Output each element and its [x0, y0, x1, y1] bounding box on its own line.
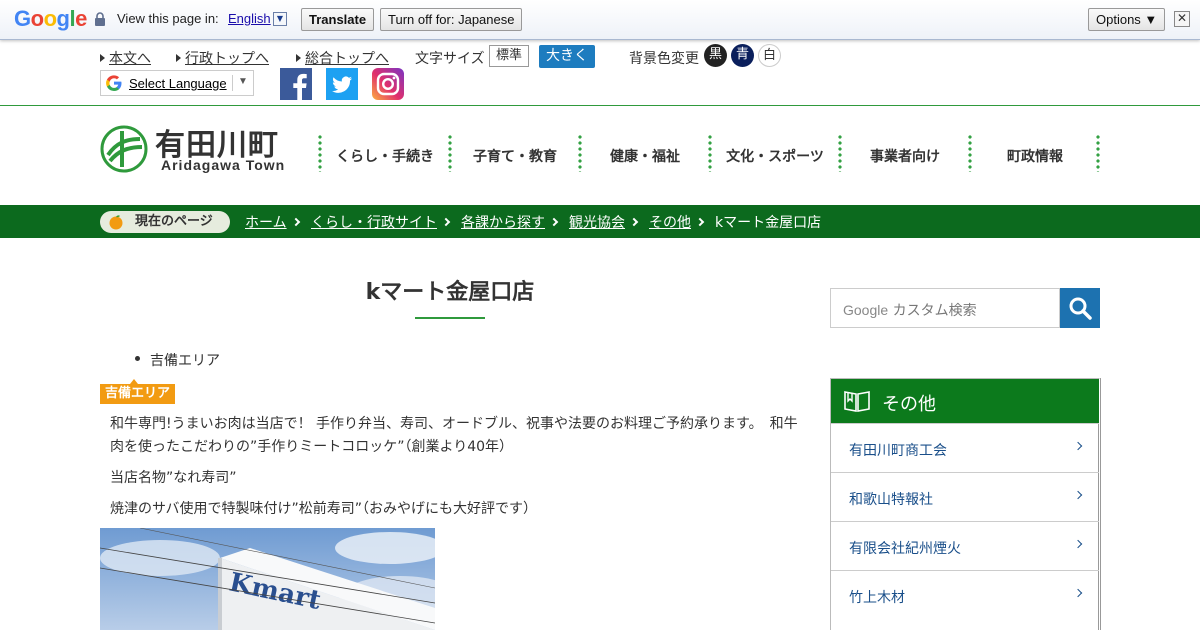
nav-item-government[interactable]: 町政情報 — [972, 146, 1098, 166]
language-select[interactable]: Select Language ▼ — [100, 70, 254, 96]
current-page-label: 現在のページ — [135, 214, 213, 229]
breadcrumb-current: kマート金屋口店 — [715, 215, 822, 231]
turn-off-button[interactable]: Turn off for: Japanese — [380, 8, 523, 31]
translate-button[interactable]: Translate — [301, 8, 375, 31]
general-top-link[interactable]: 総合トップへ — [296, 48, 389, 68]
nav-item-childcare[interactable]: 子育て・教育 — [452, 146, 578, 166]
close-icon[interactable]: ✕ — [1174, 11, 1190, 27]
side-link-item[interactable]: 竹上木材 — [831, 570, 1099, 619]
twitter-icon[interactable] — [326, 68, 358, 100]
search-brand: Google — [843, 302, 889, 318]
bg-black-button[interactable]: 黒 — [704, 44, 727, 67]
store-photo: Kmart — [100, 528, 435, 630]
font-size-label: 文字サイズ — [415, 51, 485, 67]
chevron-down-icon[interactable]: ▼ — [273, 12, 287, 26]
select-separator — [232, 75, 233, 91]
bg-white-button[interactable]: 白 — [758, 44, 781, 67]
side-panel-header: その他 — [831, 379, 1099, 423]
lock-icon — [95, 12, 105, 26]
search-icon — [1069, 297, 1092, 320]
chevron-right-icon — [629, 217, 639, 227]
header-divider — [0, 105, 1200, 106]
breadcrumb: 現在のページ ホーム くらし・行政サイト 各課から探す 観光協会 その他 kマー… — [0, 205, 1200, 238]
search-button[interactable] — [1060, 288, 1100, 328]
side-panel-title: その他 — [882, 394, 936, 415]
nav-item-living[interactable]: くらし・手続き — [322, 146, 448, 166]
site-name-en[interactable]: Aridagawa Town — [161, 157, 285, 173]
title-underline — [415, 317, 485, 319]
area-tag: 吉備エリア — [100, 379, 176, 404]
side-link-item[interactable]: 有田川町商工会 — [831, 423, 1099, 472]
chevron-right-icon — [1073, 588, 1083, 598]
admin-top-link[interactable]: 行政トップへ — [176, 48, 269, 68]
side-link-label: 有田川町商工会 — [849, 443, 947, 459]
chevron-right-icon — [441, 217, 451, 227]
search-input[interactable]: Google カスタム検索 — [830, 288, 1060, 328]
area-list-item: 吉備エリア — [150, 353, 220, 369]
book-icon — [844, 391, 870, 412]
chevron-right-icon — [695, 217, 705, 227]
skip-to-content-link[interactable]: 本文へ — [100, 48, 151, 68]
chevron-right-icon — [1073, 539, 1083, 549]
page-title: kマート金屋口店 — [365, 280, 535, 305]
current-page-badge: 現在のページ — [100, 211, 230, 233]
town-logo-icon[interactable] — [100, 125, 148, 173]
description-paragraph: 当店名物”なれ寿司” — [110, 470, 237, 486]
nav-separator — [1096, 134, 1100, 172]
chevron-down-icon: ▼ — [238, 76, 248, 87]
description-paragraph: 焼津のサバ使用で特製味付け”松前寿司”（おみやげにも大好評です） — [110, 501, 537, 517]
nav-item-culture[interactable]: 文化・スポーツ — [712, 146, 838, 166]
google-logo: Google — [14, 6, 87, 31]
search-placeholder: カスタム検索 — [892, 303, 977, 319]
nav-item-health[interactable]: 健康・福祉 — [582, 146, 708, 166]
bg-blue-button[interactable]: 青 — [731, 44, 754, 67]
google-g-icon — [106, 75, 122, 91]
chevron-right-icon — [291, 217, 301, 227]
nav-item-business[interactable]: 事業者向け — [842, 146, 968, 166]
chevron-right-icon — [549, 217, 559, 227]
breadcrumb-home[interactable]: ホーム — [245, 212, 287, 232]
orange-icon — [109, 215, 123, 230]
translate-prompt: View this page in: — [117, 11, 219, 26]
translate-language-link[interactable]: English — [228, 11, 271, 26]
select-language-label: Select Language — [129, 76, 227, 91]
font-normal-button[interactable]: 標準 — [489, 45, 530, 67]
translate-bar: Google View this page in: English ▼ Tran… — [0, 0, 1200, 40]
chevron-right-icon — [1073, 490, 1083, 500]
font-large-button[interactable]: 大きく — [539, 45, 595, 68]
bullet-icon — [135, 356, 140, 361]
chevron-right-icon — [1073, 441, 1083, 451]
side-link-label: 有限会社紀州煙火 — [849, 541, 961, 557]
options-button[interactable]: Options ▼ — [1088, 8, 1166, 31]
bg-color-label: 背景色変更 — [629, 51, 699, 67]
breadcrumb-other[interactable]: その他 — [649, 212, 691, 232]
side-link-item[interactable]: 和歌山特報社 — [831, 472, 1099, 521]
side-panel-other: その他 有田川町商工会 和歌山特報社 有限会社紀州煙火 竹上木材 — [830, 378, 1101, 630]
breadcrumb-tourism[interactable]: 観光協会 — [569, 212, 625, 232]
side-link-item[interactable]: 有限会社紀州煙火 — [831, 521, 1099, 570]
breadcrumb-living-site[interactable]: くらし・行政サイト — [311, 212, 437, 232]
side-link-label: 和歌山特報社 — [849, 492, 933, 508]
description-paragraph: 和牛専門!うまいお肉は当店で！ 手作り弁当、寿司、オードブル、祝事や法要のお料理… — [110, 416, 798, 455]
breadcrumb-departments[interactable]: 各課から探す — [461, 212, 545, 232]
instagram-icon[interactable] — [372, 68, 404, 100]
facebook-icon[interactable] — [280, 68, 312, 100]
utility-row: 本文へ 行政トップへ 総合トップへ 文字サイズ 標準 大きく 背景色変更 黒 青… — [100, 44, 1100, 68]
side-link-label: 竹上木材 — [849, 590, 905, 606]
